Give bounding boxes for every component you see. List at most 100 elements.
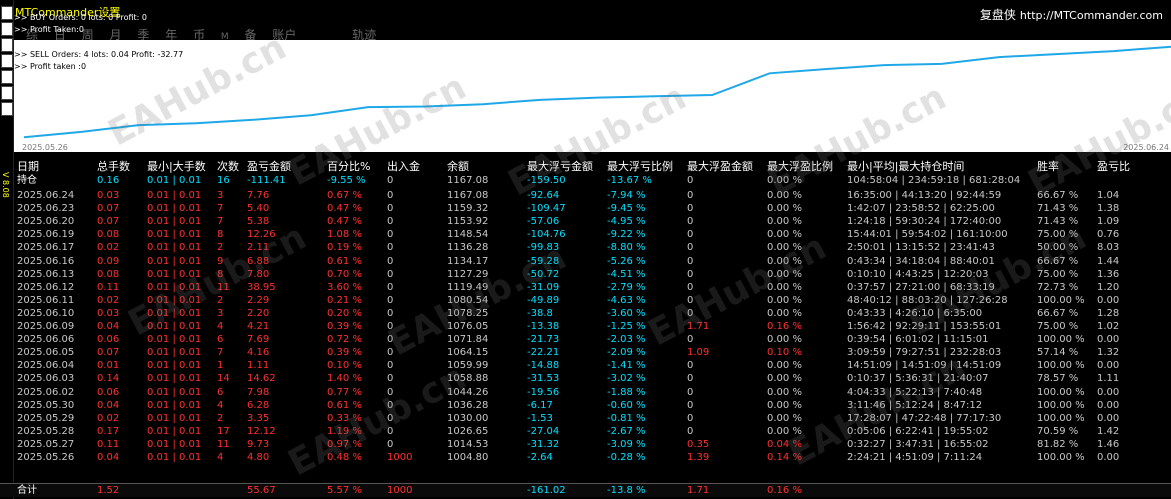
deposit-cell: 0: [387, 425, 394, 437]
max-float-loss-pct-cell: -0.60 %: [607, 399, 646, 411]
date-cell: 2025.05.27: [17, 438, 75, 450]
x-start-label: 2025.05.26: [22, 143, 68, 152]
date-cell: 2025.06.06: [17, 334, 75, 346]
total-lots-cell: 0.06: [97, 334, 120, 346]
max-float-profit-pct-cell: 0.00 %: [767, 268, 802, 280]
holding-row: 持仓 0.16 0.01 | 0.01 16 -111.41 -9.55 % 0 1167.0…: [0, 174, 1171, 187]
win-rate-cell: 50.00 %: [1037, 242, 1079, 254]
pnl-cell: 4.16: [247, 347, 270, 359]
deposit-cell: 0: [387, 242, 394, 254]
toolbar-button[interactable]: [1, 102, 13, 116]
win-rate-cell: 100.00 %: [1037, 334, 1085, 346]
hold-time-cell: 0:32:27 | 3:47:31 | 16:55:02: [847, 438, 989, 450]
total-lots-cell: 0.04: [97, 321, 120, 332]
toolbar-button[interactable]: [1, 38, 13, 52]
min-max-lots-cell: 0.01 | 0.01: [147, 373, 202, 385]
min-max-lots-cell: 0.01 | 0.01: [147, 399, 202, 411]
buy-orders-text: BUY Orders: 0 lots: 0 Profit: 0: [29, 13, 147, 22]
total-lots-cell: 0.02: [97, 412, 120, 424]
max-float-profit-cell: 0: [687, 190, 694, 201]
date-cell: 2025.06.10: [17, 307, 75, 319]
toolbar-button[interactable]: [1, 6, 13, 20]
balance-cell: 1127.29: [447, 268, 489, 280]
balance-header: 余额: [447, 160, 469, 173]
buy-orders-info: >> BUY Orders: 0 lots: 0 Profit: 0: [14, 13, 147, 22]
win-rate-cell: 70.59 %: [1037, 425, 1079, 437]
win-rate-cell: 100.00 %: [1037, 360, 1085, 372]
max-float-profit-cell: 0: [687, 386, 694, 398]
max-float-loss-pct-cell: -5.26 %: [607, 255, 646, 267]
deposit-cell: 0: [387, 399, 394, 411]
max-float-loss-cell: -6.17: [527, 399, 553, 411]
deposit-cell: 0: [387, 268, 394, 280]
balance-cell: 1058.88: [447, 373, 489, 385]
toolbar-button[interactable]: [1, 86, 13, 100]
toolbar-button[interactable]: [1, 70, 13, 84]
percent-cell: -9.55 %: [327, 175, 366, 186]
date-header: 日期: [17, 160, 39, 173]
min-max-lots-cell: 0.01 | 0.01: [147, 438, 202, 450]
brand-name: 复盘侠: [979, 8, 1016, 22]
percent-cell: 0.70 %: [327, 268, 362, 280]
max-float-loss-pct-cell: -2.09 %: [607, 347, 646, 359]
max-float-profit-pct-cell: 0.10 %: [767, 347, 802, 359]
max-float-profit-pct-cell: 0.16 %: [767, 321, 802, 332]
hold-time-cell: 4:04:33 | 5:22:13 | 7:40:48: [847, 386, 983, 398]
percent-cell: 0.47 %: [327, 216, 362, 228]
table-row: 2025.06.16 0.09 0.01 | 0.01 9 6.88 0.61 % 0 113…: [0, 255, 1171, 268]
min-max-lots-cell: 0.01 | 0.01: [147, 281, 202, 293]
count-cell: 17: [217, 425, 230, 437]
pnl-ratio-cell: 1.46: [1097, 438, 1120, 450]
table-header: 日期 总手数 最小|大手数 次数 盈亏金额 百分比% 出入金 余额 最大浮亏金额 最大浮亏比例 最大…: [0, 160, 1171, 173]
date-cell: 2025.06.16: [17, 255, 75, 267]
max-float-loss-pct-cell: -9.22 %: [607, 229, 646, 241]
max-float-loss-pct-cell: -1.25 %: [607, 321, 646, 332]
max-float-profit-cell: 0: [687, 268, 694, 280]
min-max-lots-cell: 0.01 | 0.01: [147, 360, 202, 372]
max-float-loss-cell: -99.83: [527, 242, 560, 254]
min-max-lots-cell: 0.01 | 0.01: [147, 347, 202, 359]
toolbar-button[interactable]: [1, 54, 13, 68]
max-float-loss-pct-cell: -1.88 %: [607, 386, 646, 398]
min-max-lots-cell: 0.01 | 0.01: [147, 334, 202, 346]
pnl-cell: 4.80: [247, 452, 270, 463]
table-row: 2025.06.03 0.14 0.01 | 0.01 14 14.62 1.40 % 0 1…: [0, 372, 1171, 385]
hold-time-cell: 14:51:09 | 14:51:09 | 14:51:09: [847, 360, 1002, 372]
pnl-cell: 9.73: [247, 438, 270, 450]
brand-url[interactable]: http://MTCommander.com: [1020, 9, 1163, 22]
sell-orders-info: >> SELL Orders: 4 lots: 0.04 Profit: -32…: [14, 50, 184, 59]
count-cell: 7: [217, 203, 224, 215]
hold-time-cell: 1:42:07 | 23:58:52 | 62:25:00: [847, 203, 995, 215]
balance-cell: 1044.26: [447, 386, 489, 398]
date-cell: 2025.05.28: [17, 425, 75, 437]
percent-cell: 0.39 %: [327, 347, 362, 359]
max-float-profit-cell: 0: [687, 175, 694, 186]
deposit-cell: 0: [387, 360, 394, 372]
hold-time-cell: 48:40:12 | 88:03:20 | 127:26:28: [847, 294, 1008, 306]
count-header: 次数: [217, 160, 239, 173]
pnl-ratio-cell: 1.04: [1097, 190, 1120, 201]
total-lots-cell: 0.08: [97, 229, 120, 241]
date-cell: 2025.06.20: [17, 216, 75, 228]
min-max-lots-cell: 0.01 | 0.01: [147, 255, 202, 267]
table-row: 2025.06.10 0.03 0.01 | 0.01 3 2.20 0.20 % 0 107…: [0, 307, 1171, 320]
table-row: 2025.06.02 0.06 0.01 | 0.01 6 7.98 0.77 % 0 104…: [0, 386, 1171, 399]
table-row: 2025.06.11 0.02 0.01 | 0.01 2 2.29 0.21 % 0 108…: [0, 294, 1171, 307]
balance-cell: 1026.65: [447, 425, 489, 437]
total-lots-cell: 0.11: [97, 438, 120, 450]
max-float-loss-cell: -2.64: [527, 452, 553, 463]
count-cell: 9: [217, 255, 224, 267]
pnl-cell: 38.95: [247, 281, 276, 293]
pnl-ratio-cell: 1.36: [1097, 268, 1120, 280]
count-cell: 2: [217, 294, 224, 306]
balance-cell: 1134.17: [447, 255, 489, 267]
toolbar-button[interactable]: [1, 22, 13, 36]
max-float-loss-pct-header: 最大浮亏比例: [607, 160, 673, 173]
max-float-profit-cell: 1.39: [687, 452, 710, 463]
max-float-loss-pct-cell: -4.51 %: [607, 268, 646, 280]
win-rate-cell: 100.00 %: [1037, 399, 1085, 411]
count-cell: 8: [217, 229, 224, 241]
max-float-loss-cell: -159.50: [527, 175, 566, 186]
max-float-loss-pct-cell: -3.09 %: [607, 438, 646, 450]
hold-time-cell: 104:58:04 | 234:59:18 | 681:28:04: [847, 175, 1021, 186]
